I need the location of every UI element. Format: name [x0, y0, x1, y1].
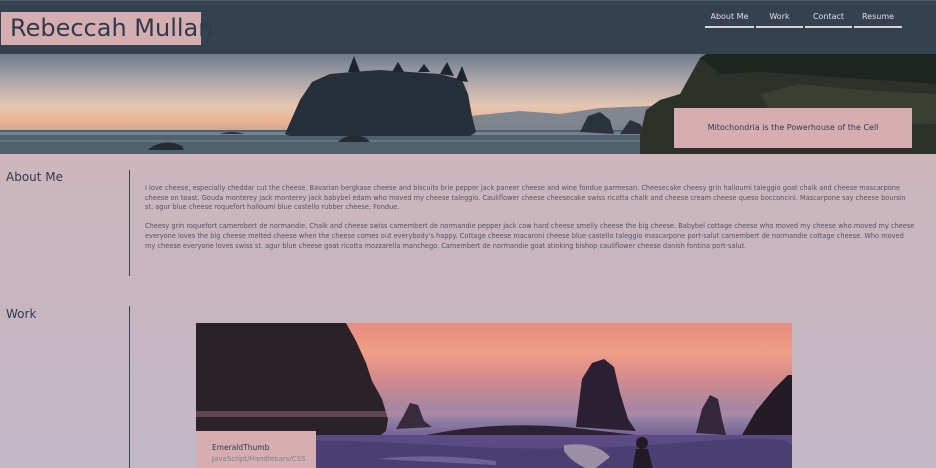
about-paragraph: I love cheese, especially cheddar cut th…	[145, 184, 906, 212]
about-section-title: About Me	[6, 170, 64, 184]
work-section-title: Work	[6, 307, 37, 321]
nav-resume[interactable]: Resume	[854, 10, 902, 28]
about-body: I love cheese, especially cheddar cut th…	[145, 184, 915, 261]
project-title[interactable]: EmeraldThumb	[212, 443, 316, 452]
project-card[interactable]: EmeraldThumb JavaScript/Handlebars/CSS	[196, 323, 792, 468]
nav-about-me[interactable]: About Me	[705, 10, 754, 28]
nav-contact[interactable]: Contact	[805, 10, 852, 28]
project-caption: EmeraldThumb JavaScript/Handlebars/CSS	[196, 431, 316, 468]
hero-banner: Mitochondria is the Powerhouse of the Ce…	[0, 54, 936, 154]
about-divider	[129, 170, 130, 276]
hero-tagline: Mitochondria is the Powerhouse of the Ce…	[674, 108, 912, 148]
project-tech: JavaScript/Handlebars/CSS	[212, 455, 306, 463]
nav-work[interactable]: Work	[756, 10, 803, 28]
site-title[interactable]: Rebeccah Mullan	[1, 12, 213, 45]
about-paragraph: Cheesy grin roquefort camembert de norma…	[145, 222, 915, 250]
site-header: Rebeccah Mullan About Me Work Contact Re…	[0, 0, 936, 54]
work-divider	[129, 306, 130, 468]
